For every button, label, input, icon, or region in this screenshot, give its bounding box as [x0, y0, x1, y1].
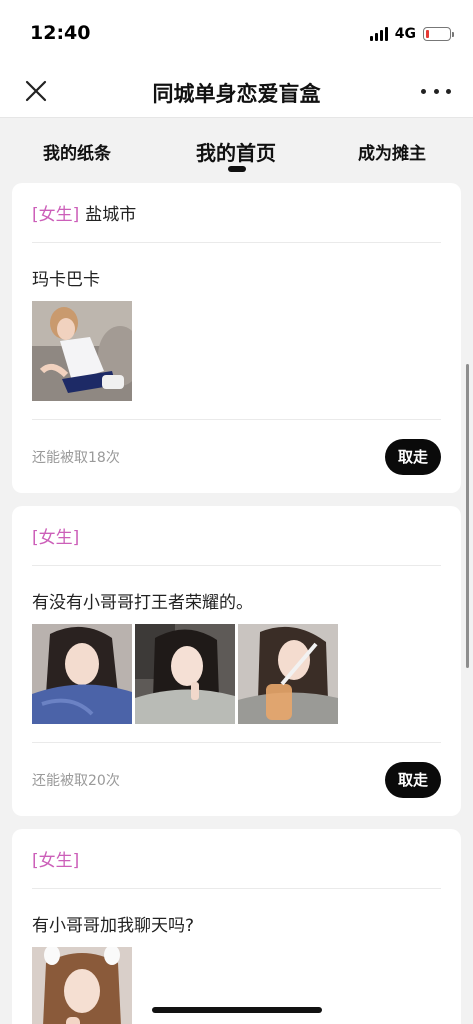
card-header: [女生] 盐城市 [32, 183, 441, 243]
photo-thumbnail[interactable] [32, 301, 132, 401]
gender-tag: [女生] [32, 528, 80, 548]
signal-bars-icon [369, 27, 388, 41]
card-footer: 还能被取18次 取走 [32, 419, 441, 493]
status-time: 12:40 [30, 22, 91, 44]
note-text: 玛卡巴卡 [32, 270, 100, 290]
photo-thumbnail[interactable] [238, 624, 338, 724]
note-text: 有小哥哥加我聊天吗? [32, 916, 195, 936]
status-indicators: 4G [369, 25, 454, 43]
gender-tag: [女生] [32, 851, 80, 871]
note-card[interactable]: [女生] 有没有小哥哥打王者荣耀的。 还能被取20次 取走 [12, 506, 461, 816]
tab-become-vendor[interactable]: 成为摊主 [358, 139, 426, 164]
city-label: 盐城市 [85, 205, 137, 225]
photo-grid [32, 624, 441, 724]
scrollbar[interactable] [466, 364, 469, 668]
take-button[interactable]: 取走 [385, 438, 441, 475]
remaining-count: 还能被取18次 [32, 449, 120, 466]
active-tab-indicator [228, 166, 246, 172]
photo-thumbnail[interactable] [135, 624, 235, 724]
photo-grid [32, 301, 441, 401]
card-footer: 还能被取20次 取走 [32, 742, 441, 816]
card-header: [女生] [32, 829, 441, 889]
card-header: [女生] [32, 506, 441, 566]
home-indicator[interactable] [152, 1007, 322, 1013]
status-bar: 12:40 4G [0, 0, 473, 64]
gender-tag: [女生] [32, 205, 80, 225]
more-dots-icon[interactable] [421, 79, 451, 103]
take-button[interactable]: 取走 [385, 761, 441, 798]
photo-thumbnail[interactable] [32, 947, 132, 1024]
page-title: 同城单身恋爱盲盒 [152, 82, 321, 106]
note-text: 有没有小哥哥打王者荣耀的。 [32, 593, 253, 613]
photo-thumbnail[interactable] [32, 624, 132, 724]
nav-bar: 同城单身恋爱盲盒 [0, 64, 473, 118]
battery-low-icon [423, 27, 454, 41]
note-card[interactable]: [女生] 盐城市 玛卡巴卡 还能被取18次 取走 [12, 183, 461, 493]
tab-my-home[interactable]: 我的首页 [196, 137, 276, 166]
tab-bar: 我的纸条 我的首页 成为摊主 [0, 118, 473, 180]
battery-level-fill [426, 30, 429, 38]
tab-my-notes[interactable]: 我的纸条 [43, 139, 111, 164]
remaining-count: 还能被取20次 [32, 772, 120, 789]
network-type: 4G [394, 26, 416, 42]
note-card[interactable]: [女生] 有小哥哥加我聊天吗? [12, 829, 461, 1024]
